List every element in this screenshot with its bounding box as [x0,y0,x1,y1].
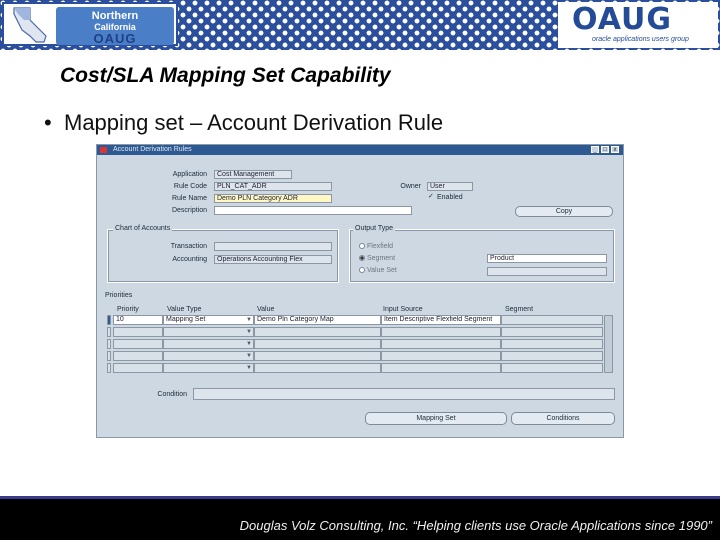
logo-line-oaug: OAUG [93,31,137,46]
minimize-button[interactable]: _ [591,146,599,153]
value-cell[interactable] [254,363,381,373]
footer-divider [0,496,720,499]
window-titlebar: Account Derivation Rules _ □ x [97,145,623,155]
logo-line-northern: Northern [91,10,139,22]
row-indicator[interactable] [107,327,111,337]
priorities-title: Priorities [105,292,133,300]
value-cell[interactable]: Demo Pln Category Map [254,315,381,325]
accounting-label: Accounting [172,256,207,263]
rule-name-field[interactable]: Demo PLN Category ADR [214,194,332,203]
owner-label: Owner [400,183,421,190]
description-field[interactable] [214,206,412,215]
segment-radio-label: Segment [367,255,396,262]
row-indicator[interactable] [107,339,111,349]
account-derivation-rules-window: Account Derivation Rules _ □ x Applicati… [96,144,624,438]
dropdown-arrow-icon: ▼ [246,341,252,347]
radio-off-icon [359,243,365,249]
northern-california-oaug-logo: Northern California OAUG [2,2,178,46]
segment-cell[interactable] [501,351,603,361]
value-type-cell[interactable]: ▼ [163,363,254,373]
value-type-cell[interactable]: ▼ [163,351,254,361]
value-set-radio-label: Value Set [367,267,397,274]
dropdown-arrow-icon: ▼ [246,353,252,359]
priority-cell[interactable] [113,363,163,373]
slide-bullet: • Mapping set – Account Derivation Rule [44,110,443,136]
condition-label: Condition [157,391,187,398]
segment-cell[interactable] [501,315,603,325]
california-map-icon [13,7,47,43]
oaug-logo: OAUG oracle applications users group [558,2,718,48]
logo-left-text: Northern California OAUG [56,7,174,45]
priority-column-header: Priority [117,306,139,313]
accounting-field[interactable]: Operations Accounting Flex [214,255,332,264]
dropdown-arrow-icon: ▼ [246,317,252,323]
enabled-label: Enabled [437,194,463,201]
header-banner: Northern California OAUG OAUG oracle app… [0,0,720,50]
value-type-cell[interactable]: ▼ [163,339,254,349]
window-title: Account Derivation Rules [113,146,192,153]
priority-cell[interactable] [113,327,163,337]
radio-off-icon [359,267,365,273]
transaction-field[interactable] [214,242,332,251]
value-type-column-header: Value Type [167,306,202,313]
input-source-cell[interactable] [381,351,501,361]
priority-cell[interactable] [113,351,163,361]
rule-name-label: Rule Name [171,195,207,202]
value-set-field[interactable] [487,267,607,276]
value-column-header: Value [257,306,275,313]
application-label: Application [172,171,207,178]
input-source-cell[interactable] [381,339,501,349]
radio-on-icon [359,255,365,261]
priority-cell[interactable]: 10 [113,315,163,325]
enabled-checkbox[interactable]: ✓ [428,193,435,200]
value-type-cell[interactable]: ▼ [163,327,254,337]
input-source-cell[interactable] [381,327,501,337]
close-button[interactable]: x [611,146,619,153]
segment-column-header: Segment [505,306,534,313]
output-type-title: Output Type [353,225,396,233]
priority-cell[interactable] [113,339,163,349]
condition-field[interactable] [193,388,615,400]
segment-cell[interactable] [501,363,603,373]
transaction-label: Transaction [170,243,207,250]
slide-title: Cost/SLA Mapping Set Capability [60,64,391,87]
footer-text: Douglas Volz Consulting, Inc. “Helping c… [239,518,712,533]
application-field[interactable]: Cost Management [214,170,292,179]
conditions-button[interactable]: Conditions [511,412,615,425]
segment-value-field[interactable]: Product [487,254,607,263]
mapping-set-button[interactable]: Mapping Set [365,412,507,425]
description-label: Description [171,207,207,214]
oaug-logo-tagline: oracle applications users group [592,36,689,43]
value-set-radio[interactable]: Value Set [359,266,397,275]
row-indicator[interactable] [107,315,111,325]
rule-code-label: Rule Code [173,183,207,190]
value-cell[interactable] [254,339,381,349]
flexfield-radio[interactable]: Flexfield [359,242,393,251]
value-type-cell-text: Mapping Set [166,316,206,323]
input-source-column-header: Input Source [383,306,423,313]
maximize-button[interactable]: □ [601,146,609,153]
row-indicator[interactable] [107,363,111,373]
dropdown-arrow-icon: ▼ [246,365,252,371]
input-source-cell[interactable]: Item Descriptive Flexfield Segment [381,315,501,325]
input-source-cell[interactable] [381,363,501,373]
oracle-window-icon [100,147,107,153]
flexfield-radio-label: Flexfield [367,243,394,250]
segment-cell[interactable] [501,327,603,337]
segment-cell[interactable] [501,339,603,349]
chart-of-accounts-title: Chart of Accounts [113,225,173,233]
bullet-dot-icon: • [44,110,52,135]
segment-radio[interactable]: Segment [359,254,395,263]
dropdown-arrow-icon: ▼ [246,329,252,335]
value-cell[interactable] [254,351,381,361]
owner-field[interactable]: User [427,182,473,191]
priorities-scrollbar[interactable] [604,315,613,373]
slide-bullet-text: Mapping set – Account Derivation Rule [64,110,444,135]
value-type-cell[interactable]: Mapping Set ▼ [163,315,254,325]
copy-button[interactable]: Copy [515,206,613,217]
value-cell[interactable] [254,327,381,337]
rule-code-field[interactable]: PLN_CAT_ADR [214,182,332,191]
row-indicator[interactable] [107,351,111,361]
oaug-logo-name: OAUG [572,2,672,37]
